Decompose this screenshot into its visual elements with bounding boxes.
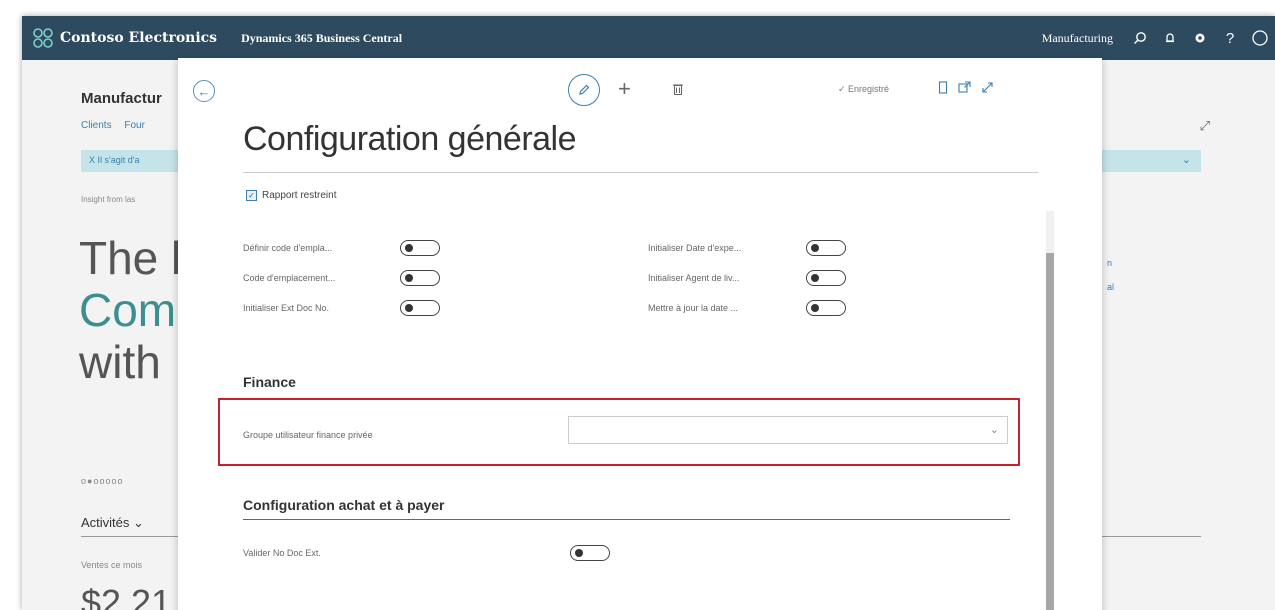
search-icon[interactable]	[1125, 23, 1155, 53]
insight-label: Insight from las	[81, 195, 136, 204]
toggle-field: Mettre à jour la date ...	[648, 298, 738, 318]
divider	[243, 172, 1038, 173]
nav-link-clients[interactable]: Clients	[81, 120, 112, 131]
dialog-title: Configuration générale	[243, 120, 577, 158]
activities-heading[interactable]: Activités ⌄	[81, 515, 144, 531]
general-setup-dialog: ← + ✓ Enregistré Configuration générale …	[178, 58, 1102, 610]
purchase-heading: Configuration achat et à payer	[243, 497, 445, 513]
open-new-window-icon[interactable]	[958, 81, 971, 99]
saved-status: ✓ Enregistré	[838, 84, 890, 94]
brand[interactable]: Contoso Electronics	[32, 27, 217, 49]
trash-icon	[673, 84, 683, 95]
chevron-down-icon[interactable]: ⌄	[1182, 153, 1191, 166]
page-title: Manufactur	[81, 90, 162, 107]
checkbox-checked-icon[interactable]: ✓	[246, 190, 257, 201]
toggle-label: Initialiser Ext Doc No.	[243, 303, 330, 313]
toggle-label: Valider No Doc Ext.	[243, 548, 321, 558]
toggle-label: Définir code d'empla...	[243, 243, 333, 253]
toggle-field: Code d'emplacement...	[243, 268, 335, 288]
restricted-report-option[interactable]: ✓ Rapport restreint	[246, 190, 336, 201]
app-frame: Contoso Electronics Dynamics 365 Busines…	[22, 16, 1275, 610]
chevron-down-icon[interactable]: ⌄	[990, 423, 999, 436]
role-center-name: Manufacturing	[1041, 30, 1113, 45]
carousel-pager[interactable]: o●ooooo	[81, 476, 123, 486]
pencil-icon	[579, 84, 590, 95]
toggle-label: Mettre à jour la date ...	[648, 303, 739, 313]
side-fragment: al	[1107, 282, 1115, 292]
expand-icon[interactable]	[981, 81, 994, 99]
notification-text: X Il s'agit d'a	[89, 155, 140, 165]
help-icon[interactable]: ?	[1215, 23, 1245, 53]
toggle-switch[interactable]	[806, 300, 846, 316]
toggle-label: Initialiser Date d'expe...	[648, 243, 742, 253]
back-arrow-icon[interactable]: ←	[193, 80, 215, 102]
toggle-switch[interactable]	[570, 545, 610, 561]
toggle-switch[interactable]	[806, 270, 846, 286]
toggle-field: Valider No Doc Ext.	[243, 543, 321, 563]
product-name: Dynamics 365 Business Central	[241, 30, 403, 45]
gear-icon[interactable]	[1185, 23, 1215, 53]
toggle-switch[interactable]	[400, 270, 440, 286]
bookmark-icon[interactable]	[938, 81, 948, 99]
divider	[243, 519, 1010, 520]
toggle-switch[interactable]	[400, 300, 440, 316]
side-fragment: n	[1107, 258, 1113, 268]
app-launcher-icon	[33, 28, 53, 48]
top-bar: Contoso Electronics Dynamics 365 Busines…	[22, 16, 1275, 60]
nav-links: Clients Four	[81, 120, 155, 131]
nav-link-suppliers[interactable]: Four	[124, 120, 145, 131]
bell-icon[interactable]	[1155, 23, 1185, 53]
user-icon[interactable]	[1245, 23, 1275, 53]
expand-icon[interactable]: ⤢	[1200, 118, 1210, 134]
toggle-switch[interactable]	[400, 240, 440, 256]
finance-heading: Finance	[243, 374, 296, 390]
toggle-switch[interactable]	[806, 240, 846, 256]
new-button[interactable]: +	[618, 76, 631, 102]
company-name: Contoso Electronics	[60, 30, 218, 46]
scrollbar-thumb[interactable]	[1046, 253, 1054, 610]
finance-user-group-select[interactable]: ⌄	[568, 416, 1008, 444]
toggle-field: Initialiser Ext Doc No.	[243, 298, 329, 318]
finance-field-label: Groupe utilisateur finance privée	[243, 430, 373, 440]
toggle-field: Définir code d'empla...	[243, 238, 332, 258]
toggle-field: Initialiser Agent de liv...	[648, 268, 739, 288]
restricted-report-label: Rapport restreint	[262, 190, 337, 201]
edit-button[interactable]	[568, 74, 600, 106]
sales-label: Ventes ce mois	[81, 560, 143, 570]
toggle-label: Initialiser Agent de liv...	[648, 273, 740, 283]
sales-amount: $2 21	[81, 582, 172, 610]
delete-button[interactable]	[672, 82, 684, 101]
toggle-label: Code d'emplacement...	[243, 273, 336, 283]
toggle-field: Initialiser Date d'expe...	[648, 238, 741, 258]
dialog-actions	[938, 81, 994, 99]
